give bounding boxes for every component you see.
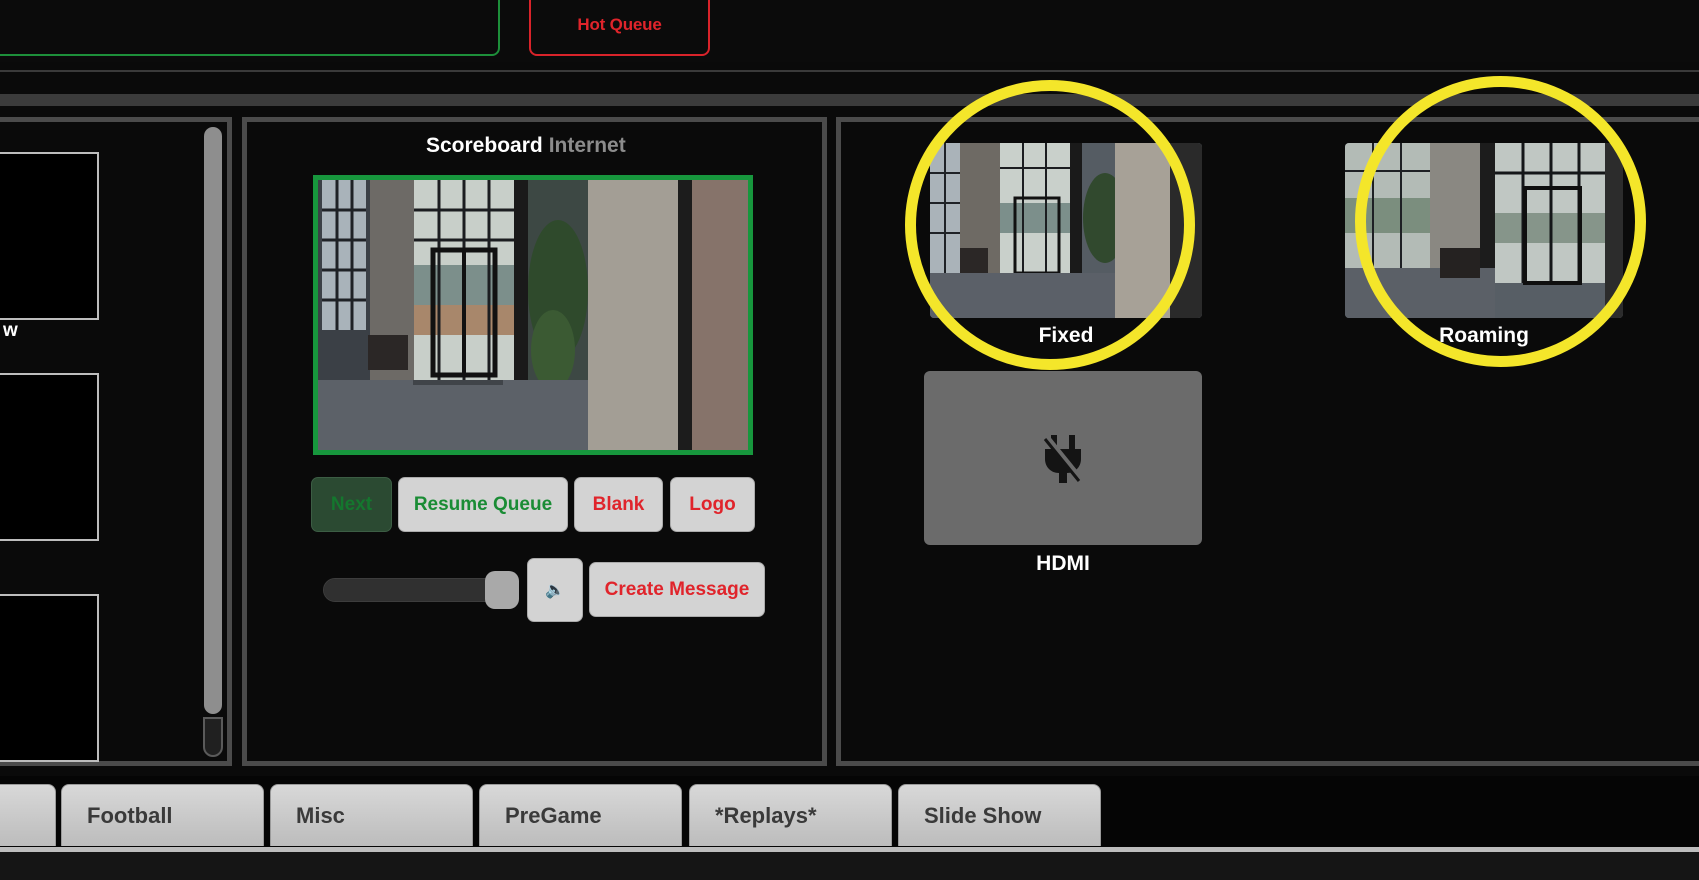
hot-queue-label: Hot Queue <box>577 15 662 34</box>
category-tab-bar: Football Misc PreGame *Replays* Slide Sh… <box>0 776 1699 848</box>
speaker-icon: 🔈 <box>545 582 565 599</box>
scoreboard-subtitle: Internet <box>548 134 626 157</box>
queue-scrollbar[interactable] <box>200 125 226 760</box>
create-message-button[interactable]: Create Message <box>589 562 765 617</box>
volume-slider-fill <box>324 579 502 601</box>
tab-pregame-label: PreGame <box>505 802 602 828</box>
tab-misc-label: Misc <box>296 802 345 828</box>
queue-item-label: w <box>3 320 18 341</box>
next-button[interactable]: Next <box>311 477 392 532</box>
queue-frame[interactable] <box>0 0 500 56</box>
header-strip <box>0 94 1699 106</box>
source-roaming-label: Roaming <box>1439 324 1529 347</box>
source-hdmi-label: HDMI <box>1036 552 1090 575</box>
tab-misc[interactable]: Misc <box>270 784 473 846</box>
resume-queue-button[interactable]: Resume Queue <box>398 477 568 532</box>
tab-football-label: Football <box>87 802 173 828</box>
lobby-camera-image <box>318 180 748 450</box>
unplugged-icon <box>1043 435 1083 483</box>
fixed-camera-image <box>930 143 1202 318</box>
queue-list-panel <box>0 117 232 766</box>
source-fixed-thumbnail[interactable] <box>930 143 1202 318</box>
header-divider <box>0 70 1699 72</box>
hot-queue-button[interactable]: Hot Queue <box>529 0 710 56</box>
scoreboard-title: Scoreboard <box>426 134 543 157</box>
source-roaming-thumbnail[interactable] <box>1345 143 1623 318</box>
scoreboard-preview-video <box>313 175 753 455</box>
volume-slider-knob[interactable] <box>485 571 519 609</box>
queue-thumbnail-1[interactable] <box>0 152 99 320</box>
tab-partial[interactable] <box>0 784 56 846</box>
scoreboard-title-row: Scoreboard Internet <box>426 134 626 158</box>
scrollbar-thumb[interactable] <box>204 127 222 714</box>
source-fixed-label: Fixed <box>1038 324 1094 347</box>
tab-content-area <box>0 852 1699 880</box>
volume-slider[interactable] <box>323 571 519 609</box>
tab-slide-show[interactable]: Slide Show <box>898 784 1101 846</box>
roaming-camera-image <box>1345 143 1623 318</box>
mute-button[interactable]: 🔈 <box>527 558 583 622</box>
scrollbar-end[interactable] <box>203 717 223 757</box>
tab-slide-show-label: Slide Show <box>924 802 1042 828</box>
tab-replays-label: *Replays* <box>715 802 817 828</box>
queue-thumbnail-3[interactable] <box>0 594 99 762</box>
tab-replays[interactable]: *Replays* <box>689 784 892 846</box>
source-hdmi-thumbnail[interactable] <box>924 371 1202 545</box>
queue-thumbnail-2[interactable] <box>0 373 99 541</box>
tab-pregame[interactable]: PreGame <box>479 784 682 846</box>
top-bar: Hot Queue <box>0 0 1699 62</box>
blank-button[interactable]: Blank <box>574 477 663 532</box>
logo-button[interactable]: Logo <box>670 477 755 532</box>
tab-football[interactable]: Football <box>61 784 264 846</box>
